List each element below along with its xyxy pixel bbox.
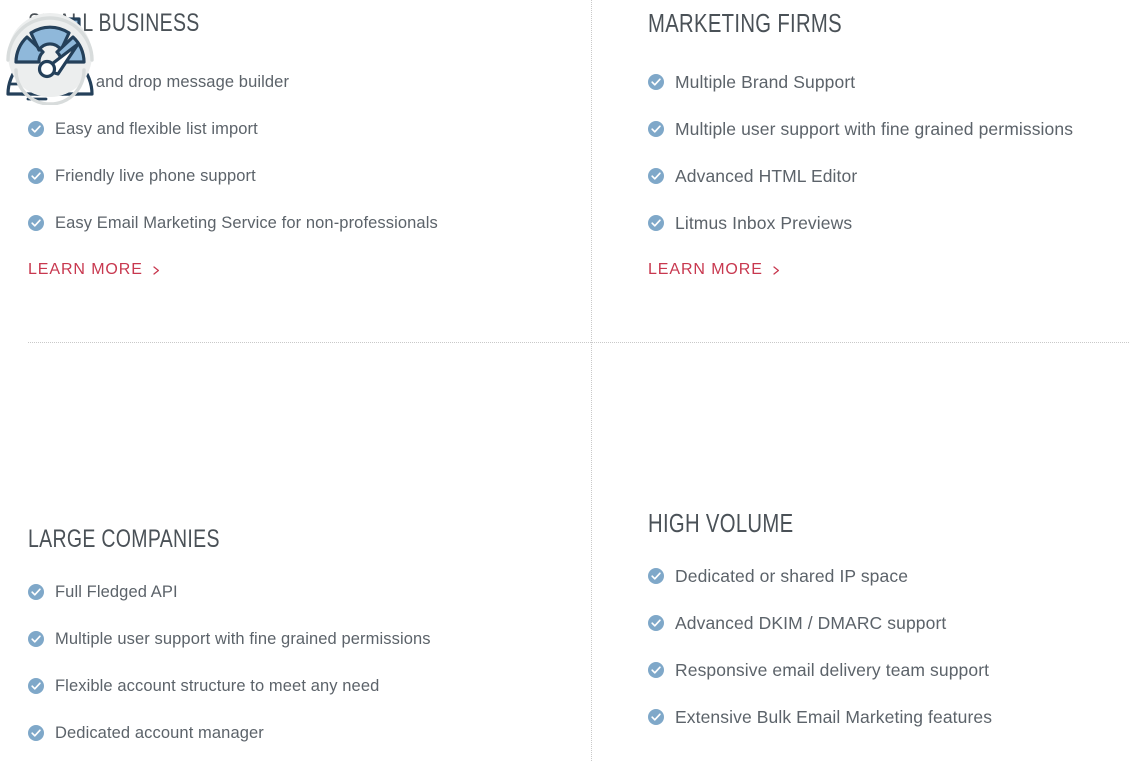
speedometer-gauge-icon [0, 0, 100, 105]
list-item: Multiple user support with fine grained … [648, 105, 1118, 152]
list-item: Dedicated or shared IP space [648, 552, 1118, 599]
feature-list-large-companies: Full Fledged API Multiple user support w… [28, 568, 573, 756]
list-item: Friendly live phone support [28, 152, 573, 199]
feature-text: Friendly live phone support [55, 166, 256, 185]
list-item: Advanced DKIM / DMARC support [648, 599, 1118, 646]
chevron-right-icon [772, 265, 781, 275]
check-circle-icon [648, 661, 664, 678]
list-item: Extensive Bulk Email Marketing features [648, 693, 1118, 740]
vertical-divider [591, 0, 592, 761]
feature-grid: SMALL BUSINESS Drag and drop message bui… [0, 0, 1129, 761]
list-item: Multiple Brand Support [648, 58, 1118, 105]
section-high-volume: HIGH VOLUME Dedicated or shared IP space… [648, 380, 1118, 740]
section-heading-large-companies: LARGE COMPANIES [28, 525, 220, 553]
chevron-right-icon [152, 265, 161, 275]
feature-text: Multiple user support with fine grained … [675, 118, 1074, 139]
feature-list-marketing-firms: Multiple Brand Support Multiple user sup… [648, 58, 1118, 246]
feature-list-high-volume: Dedicated or shared IP space Advanced DK… [648, 552, 1118, 740]
feature-text: Responsive email delivery team support [675, 659, 990, 680]
list-item: Dedicated account manager [28, 709, 573, 756]
check-circle-icon [28, 630, 44, 647]
check-circle-icon [28, 120, 44, 137]
horizontal-divider [28, 342, 1129, 343]
feature-text: Litmus Inbox Previews [675, 212, 853, 233]
check-circle-icon [28, 724, 44, 741]
feature-text: Dedicated account manager [55, 723, 264, 742]
check-circle-icon [648, 567, 664, 584]
feature-text: Extensive Bulk Email Marketing features [675, 706, 993, 727]
list-item: Advanced HTML Editor [648, 152, 1118, 199]
learn-more-label: LEARN MORE [28, 261, 143, 278]
check-circle-icon [28, 583, 44, 600]
feature-text: Multiple user support with fine grained … [55, 629, 431, 648]
list-item: Full Fledged API [28, 568, 573, 615]
list-item: Responsive email delivery team support [648, 646, 1118, 693]
feature-text: Easy Email Marketing Service for non-pro… [55, 213, 438, 232]
feature-text: Easy and flexible list import [55, 119, 258, 138]
section-marketing-firms: MARKETING FIRMS Multiple Brand Support M… [648, 8, 1118, 279]
list-item: Easy and flexible list import [28, 105, 573, 152]
check-circle-icon [28, 677, 44, 694]
feature-text: Multiple Brand Support [675, 71, 856, 92]
section-small-business: SMALL BUSINESS Drag and drop message bui… [28, 8, 573, 279]
check-circle-icon [648, 120, 664, 137]
check-circle-icon [648, 167, 664, 184]
learn-more-label: LEARN MORE [648, 261, 763, 278]
check-circle-icon [28, 167, 44, 184]
feature-text: Advanced HTML Editor [675, 165, 858, 186]
list-item: Litmus Inbox Previews [648, 199, 1118, 246]
feature-text: Dedicated or shared IP space [675, 565, 909, 586]
list-item: Drag and drop message builder [28, 58, 573, 105]
list-item: Multiple user support with fine grained … [28, 615, 573, 662]
section-heading-high-volume: HIGH VOLUME [648, 508, 794, 538]
section-large-companies: LARGE COMPANIES Full Fledged API Multipl… [28, 380, 573, 756]
feature-text: Full Fledged API [55, 582, 178, 601]
check-circle-icon [28, 214, 44, 231]
feature-list-small-business: Drag and drop message builder Easy and f… [28, 58, 573, 246]
check-circle-icon [648, 214, 664, 231]
check-circle-icon [648, 73, 664, 90]
list-item: Flexible account structure to meet any n… [28, 662, 573, 709]
feature-text: Flexible account structure to meet any n… [55, 676, 380, 695]
check-circle-icon [648, 614, 664, 631]
learn-more-link-marketing-firms[interactable]: LEARN MORE [648, 261, 781, 279]
check-circle-icon [648, 708, 664, 725]
learn-more-link-small-business[interactable]: LEARN MORE [28, 261, 161, 279]
section-heading-marketing-firms: MARKETING FIRMS [648, 8, 842, 38]
feature-text: Advanced DKIM / DMARC support [675, 612, 947, 633]
list-item: Easy Email Marketing Service for non-pro… [28, 199, 573, 246]
